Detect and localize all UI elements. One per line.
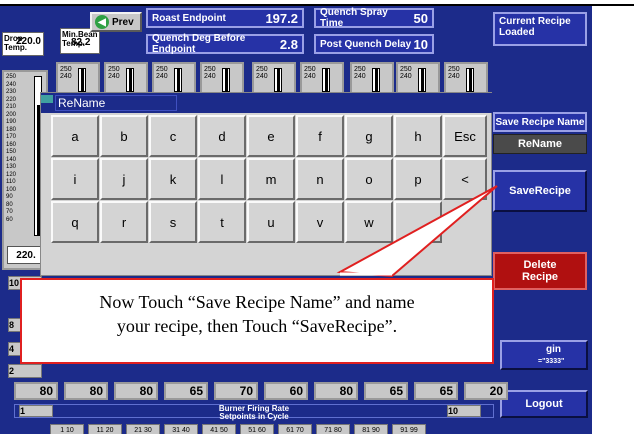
hmi-panel: Drop Temp. 220.0 Min.Bean Temp. 82.2 ◀ P… [0,6,592,434]
callout-tail-cover [340,272,392,276]
screen: Drop Temp. 220.0 Min.Bean Temp. 82.2 ◀ P… [0,0,634,434]
